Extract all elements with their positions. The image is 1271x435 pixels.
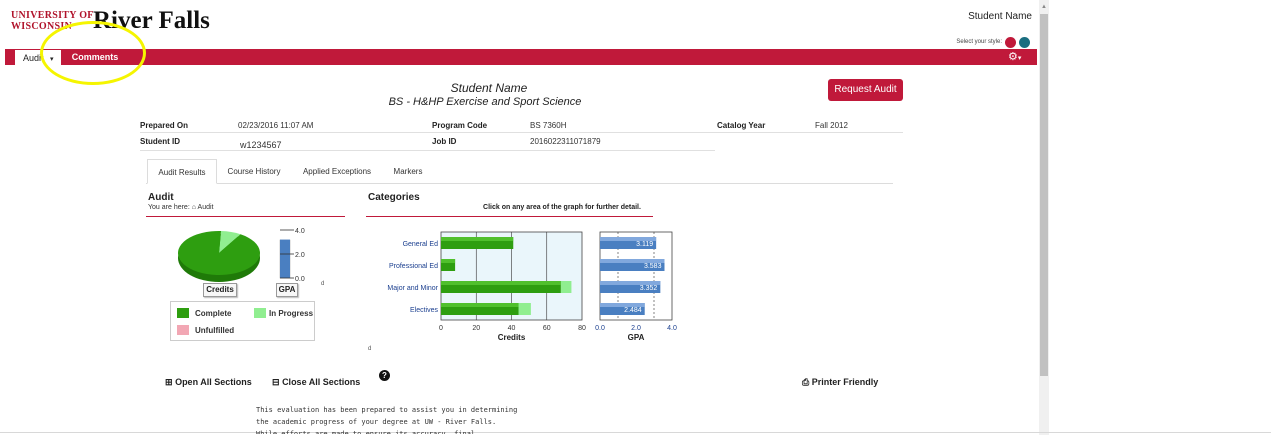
audit-heading: Audit [148,192,174,203]
gpa-gauge-tick-label: 2.0 [295,252,305,259]
style-selector-label: Select your style: [956,39,1002,45]
close-all-sections-label: Close All Sections [282,377,361,387]
logo-university-of: UNIVERSITY OF [11,10,94,21]
catalog-year-label: Catalog Year [717,121,766,130]
category-bar-charts[interactable]: 0 20 40 60 80 Credits General Ed Professional E… [360,228,690,348]
page-bottom-border [0,432,1271,433]
info-divider [140,132,903,133]
gpa-bar-value-label: 3.119 [636,241,653,248]
credits-tick-label: 40 [508,325,516,332]
home-icon: ⌂ [191,204,196,211]
breadcrumb-prefix: You are here: [148,204,190,211]
legend-in-progress-label: In Progress [269,309,314,318]
printer-friendly-label: Printer Friendly [811,377,879,387]
category-label: Major and Minor [387,285,438,292]
credits-pie-chart[interactable] [175,226,265,286]
open-all-sections-label: Open All Sections [175,377,252,387]
gpa-gauge-tick-label: 4.0 [295,228,305,235]
credits-bar-highlight [441,237,514,241]
style-red-swatch[interactable] [1005,37,1016,48]
legend-unfulfilled-label: Unfulfilled [195,326,235,335]
credits-tick-label: 0 [439,325,443,332]
audit-student-name: Student Name [450,81,528,95]
breadcrumb: You are here: ⌂ Audit [148,204,214,211]
credits-bar-in-progress [518,303,531,315]
category-label: Electives [410,307,439,314]
subtab-applied-exceptions[interactable]: Applied Exceptions [294,159,380,184]
gpa-chart-button[interactable]: GPA [276,283,298,297]
gpa-bar-value-label: 3.352 [640,285,658,292]
credits-bar-highlight [441,303,519,307]
categories-heading-rule [366,216,653,217]
credits-bar-highlight [441,281,561,285]
program-code-value: BS 7360H [530,121,567,130]
printer-icon: ⎙ [802,377,810,387]
job-id-label: Job ID [432,137,457,146]
job-id-value: 2016022311071879 [530,137,601,146]
credits-bar-in-progress [560,281,572,293]
credits-tick-label: 80 [578,325,586,332]
program-code-label: Program Code [432,121,488,130]
gpa-tick-label: 2.0 [631,325,641,332]
credits-tick-label: 60 [543,325,551,332]
annotation-highlight-circle [40,21,146,85]
categories-heading: Categories [368,192,420,203]
gpa-axis-label: GPA [628,333,645,342]
scroll-up-arrow-icon[interactable]: ▲ [1041,4,1047,10]
catalog-year-value: Fall 2012 [815,121,848,130]
credits-tick-label: 20 [472,325,480,332]
student-id-label: Student ID [140,137,180,146]
gpa-gauge-tick-label: 0.0 [295,276,305,283]
gpa-tick-label: 4.0 [667,325,677,332]
subtab-audit-results[interactable]: Audit Results [147,159,217,184]
scrollbar-thumb[interactable] [1040,14,1048,376]
stray-mark: d [368,346,372,352]
prepared-on-label: Prepared On [140,121,189,130]
pie-slice-complete [178,231,260,275]
audit-heading-rule [146,216,345,217]
prepared-on-value: 02/23/2016 11:07 AM [238,121,314,130]
category-label: Professional Ed [389,263,438,270]
gpa-gauge-fill [280,239,290,278]
user-name[interactable]: Student Name [960,11,1032,22]
audit-program-title: BS - H&HP Exercise and Sport Science [388,96,582,108]
credits-bar-highlight [441,259,456,263]
credits-axis-label: Credits [498,333,526,342]
legend-in-progress-swatch [254,308,266,318]
gear-icon[interactable]: ⚙▾ [1008,49,1030,65]
legend-unfulfilled-swatch [177,325,189,335]
open-all-sections-button[interactable]: ⊞ Open All Sections [165,377,252,388]
collapse-square-icon: ⊟ [272,377,280,387]
gpa-tick-label: 0.0 [595,325,605,332]
disclaimer-line: the academic progress of your degree at … [256,418,497,426]
request-audit-button[interactable]: Request Audit [828,79,903,101]
student-id-value: w1234567 [240,140,282,150]
legend-complete-swatch [177,308,189,318]
expand-square-icon: ⊞ [165,377,173,387]
gpa-gauge-chart[interactable]: 4.0 2.0 0.0 [276,226,312,284]
chart-legend [170,301,315,341]
subtab-course-history[interactable]: Course History [220,159,288,184]
gpa-bar-value-label: 2.484 [624,307,642,314]
help-question-icon[interactable]: ? [379,370,390,381]
chart-click-hint: Click on any area of the graph for furth… [483,204,641,211]
category-label: General Ed [403,241,439,248]
style-teal-swatch[interactable] [1019,37,1030,48]
legend-complete-label: Complete [195,309,232,318]
info-divider [140,150,715,151]
main-nav-bar [5,49,1037,65]
printer-friendly-button[interactable]: ⎙ Printer Friendly [802,377,878,388]
credits-chart-button[interactable]: Credits [203,283,237,297]
disclaimer-line: While efforts are made to ensure its acc… [256,430,476,434]
breadcrumb-audit-link[interactable]: Audit [198,204,214,211]
subtab-markers[interactable]: Markers [386,159,430,184]
close-all-sections-button[interactable]: ⊟ Close All Sections [272,377,360,388]
stray-mark: d [321,281,325,287]
disclaimer-line: This evaluation has been prepared to ass… [256,406,518,414]
gpa-bar-value-label: 3.583 [644,263,662,270]
